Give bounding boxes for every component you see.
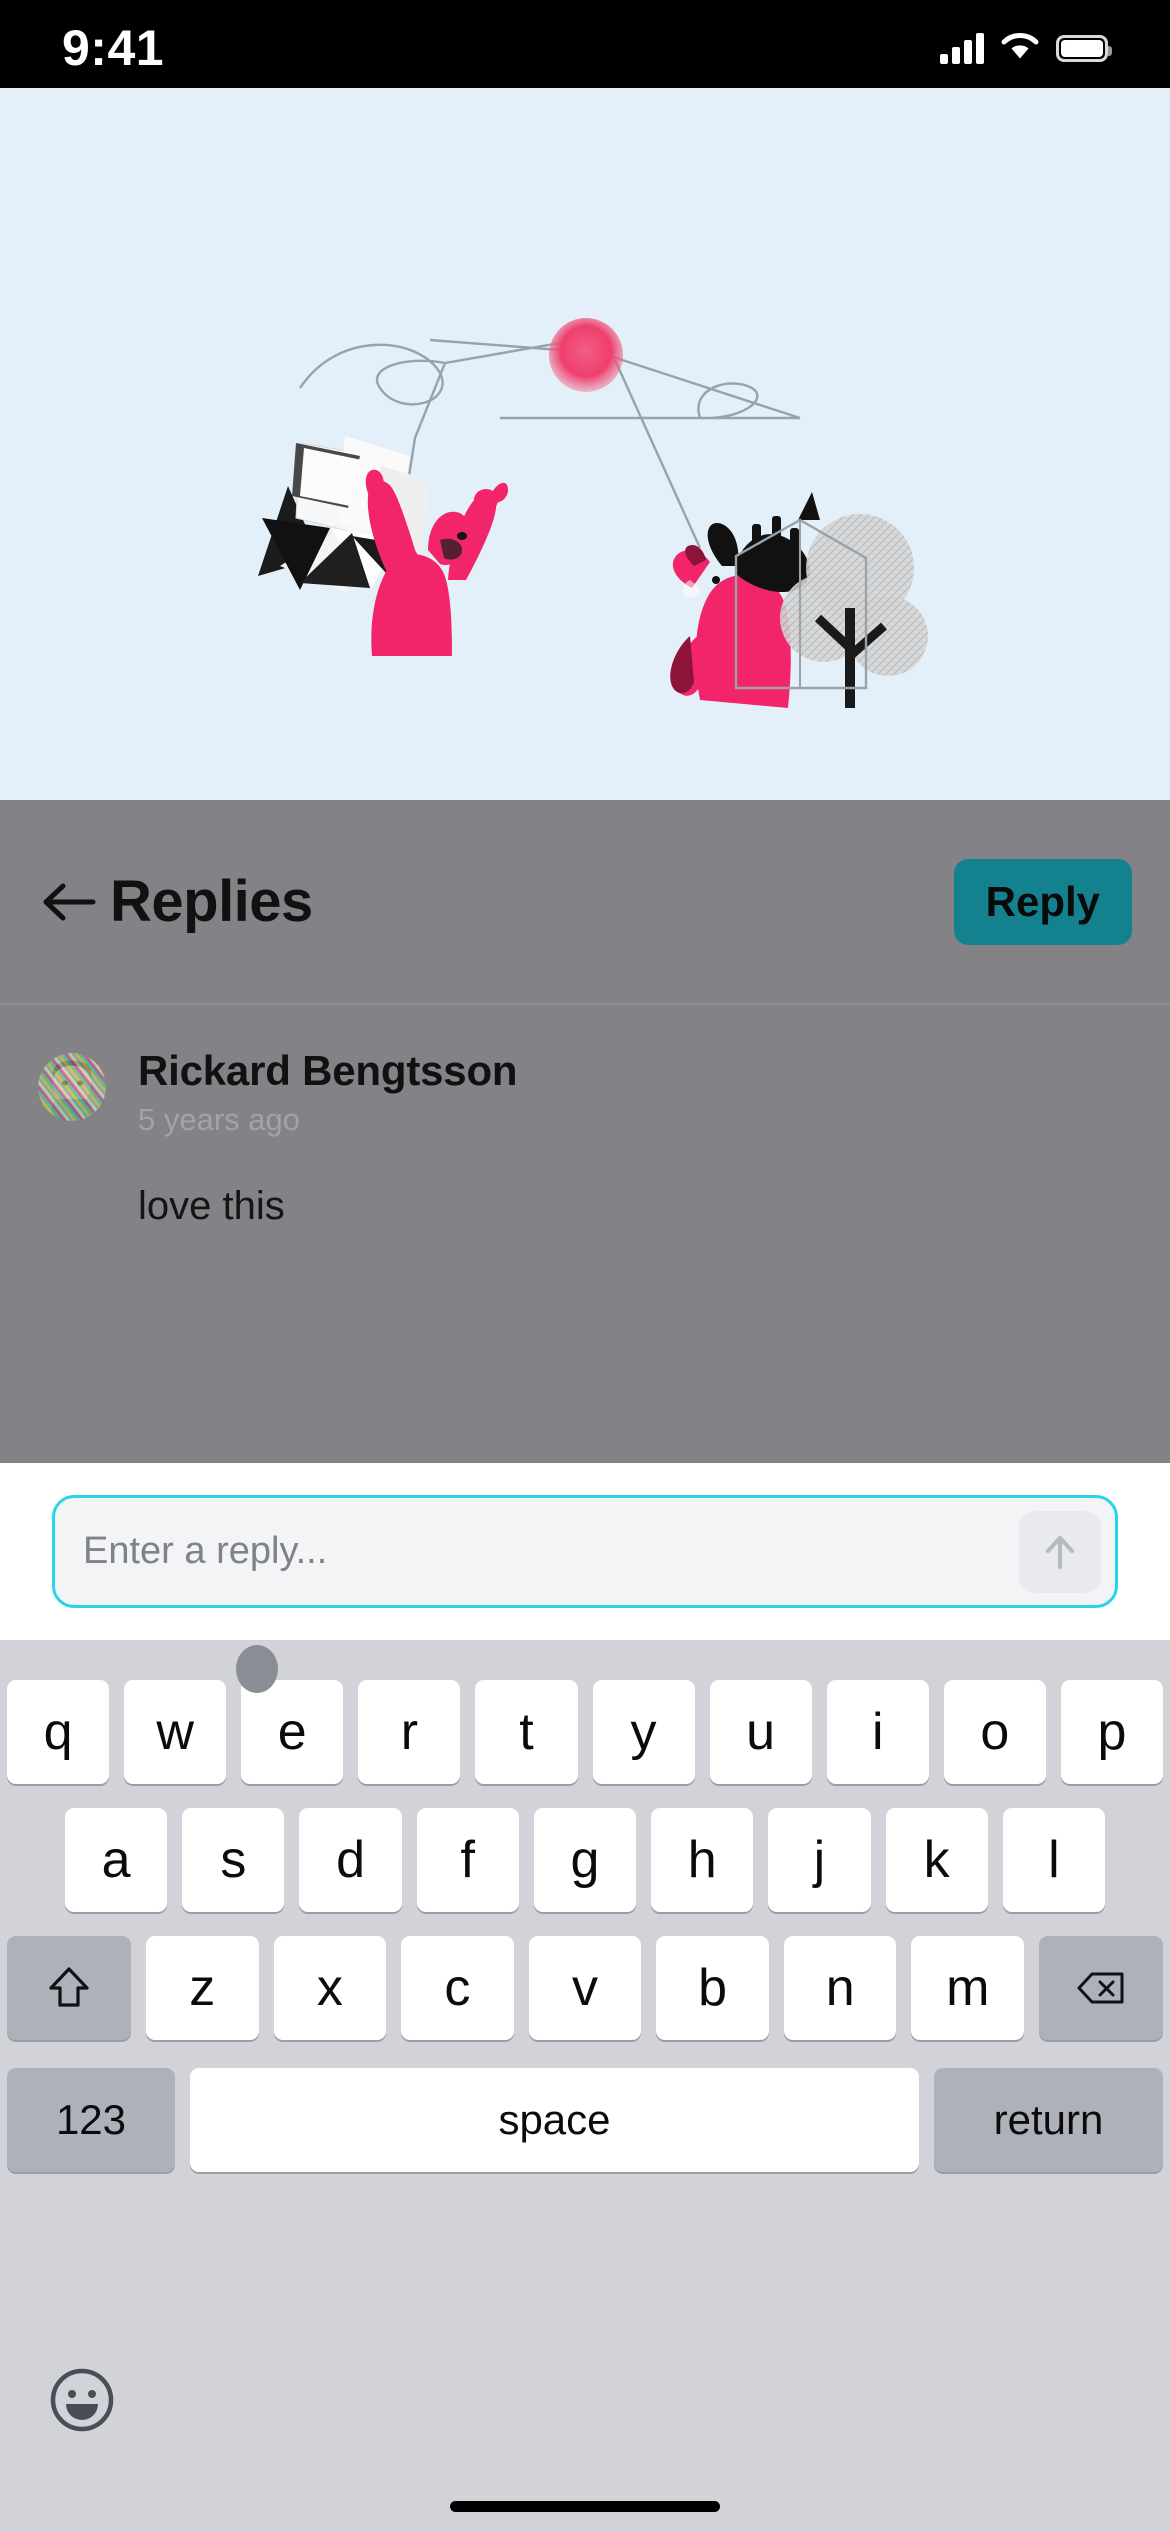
key-b[interactable]: b <box>656 1936 769 2040</box>
key-k[interactable]: k <box>885 1808 988 1912</box>
key-u[interactable]: u <box>709 1680 812 1784</box>
send-button[interactable] <box>1019 1510 1101 1593</box>
key-t[interactable]: t <box>475 1680 578 1784</box>
page-title: Replies <box>110 869 313 934</box>
key-g[interactable]: g <box>533 1808 637 1912</box>
reply-input-container[interactable] <box>52 1495 1118 1608</box>
comment-body: love this <box>138 1184 285 1229</box>
status-bar-time: 9:41 <box>62 20 165 76</box>
key-q[interactable]: q <box>7 1680 110 1784</box>
key-l[interactable]: l <box>1002 1808 1105 1912</box>
key-e[interactable]: e <box>241 1680 344 1784</box>
battery-icon <box>1056 34 1112 62</box>
status-bar: 9:41 <box>0 0 1170 88</box>
key-h[interactable]: h <box>651 1808 754 1912</box>
status-bar-icons <box>940 30 1112 67</box>
key-r[interactable]: r <box>358 1680 461 1784</box>
replies-sheet: Replies Reply Rickard Bengtsson 5 years … <box>0 800 1170 1463</box>
reply-bar <box>0 1463 1170 1640</box>
keyboard-drag-handle[interactable] <box>236 1645 278 1693</box>
return-key[interactable]: return <box>934 2068 1163 2172</box>
comment-meta: Rickard Bengtsson 5 years ago <box>138 1047 518 1138</box>
balloon <box>549 318 623 392</box>
keyboard-row-4: 123 space return <box>0 2068 1170 2172</box>
key-j[interactable]: j <box>768 1808 871 1912</box>
key-w[interactable]: w <box>124 1680 227 1784</box>
reply-input[interactable] <box>81 1529 1019 1574</box>
replies-header: Replies Reply <box>0 800 1170 1005</box>
virtual-keyboard: q w e r t y u i o p a s d f g h j k l z … <box>0 1640 1170 2532</box>
list-item[interactable]: Rickard Bengtsson 5 years ago love this <box>38 1047 1132 1229</box>
wifi-icon <box>1000 30 1040 67</box>
key-z[interactable]: z <box>145 1936 259 2040</box>
key-c[interactable]: c <box>401 1936 514 2040</box>
comment-author: Rickard Bengtsson <box>138 1047 518 1094</box>
key-y[interactable]: y <box>592 1680 695 1784</box>
home-indicator <box>450 2501 720 2512</box>
key-s[interactable]: s <box>182 1808 285 1912</box>
comment-timestamp: 5 years ago <box>138 1102 300 1138</box>
keyboard-row-3: z x c v b n m <box>0 1936 1170 2040</box>
keyboard-bottom-bar <box>0 2342 1170 2532</box>
key-x[interactable]: x <box>273 1936 387 2040</box>
key-v[interactable]: v <box>528 1936 642 2040</box>
key-n[interactable]: n <box>783 1936 897 2040</box>
arrow-up-icon <box>1046 1535 1074 1569</box>
comment-header: Rickard Bengtsson 5 years ago <box>38 1047 1132 1138</box>
keyboard-row-1: q w e r t y u i o p <box>0 1680 1170 1784</box>
cellular-signal-icon <box>940 32 984 64</box>
avatar[interactable] <box>38 1053 106 1121</box>
key-i[interactable]: i <box>826 1680 929 1784</box>
post-illustration <box>0 88 1170 800</box>
key-f[interactable]: f <box>416 1808 519 1912</box>
shift-icon <box>49 1967 89 2007</box>
backspace-key[interactable] <box>1039 1936 1164 2040</box>
space-key[interactable]: space <box>190 2068 919 2172</box>
key-o[interactable]: o <box>943 1680 1046 1784</box>
emoji-smiley-icon[interactable] <box>48 2366 116 2434</box>
key-a[interactable]: a <box>65 1808 168 1912</box>
comment-list: Rickard Bengtsson 5 years ago love this <box>0 1005 1170 1229</box>
back-arrow-icon[interactable] <box>38 871 100 933</box>
keyboard-row-2: a s d f g h j k l <box>0 1808 1170 1912</box>
key-m[interactable]: m <box>911 1936 1025 2040</box>
key-p[interactable]: p <box>1060 1680 1163 1784</box>
numeric-key[interactable]: 123 <box>7 2068 175 2172</box>
backspace-icon <box>1077 1972 1124 2004</box>
shift-key[interactable] <box>6 1936 131 2040</box>
key-d[interactable]: d <box>299 1808 402 1912</box>
reply-button[interactable]: Reply <box>953 858 1132 945</box>
